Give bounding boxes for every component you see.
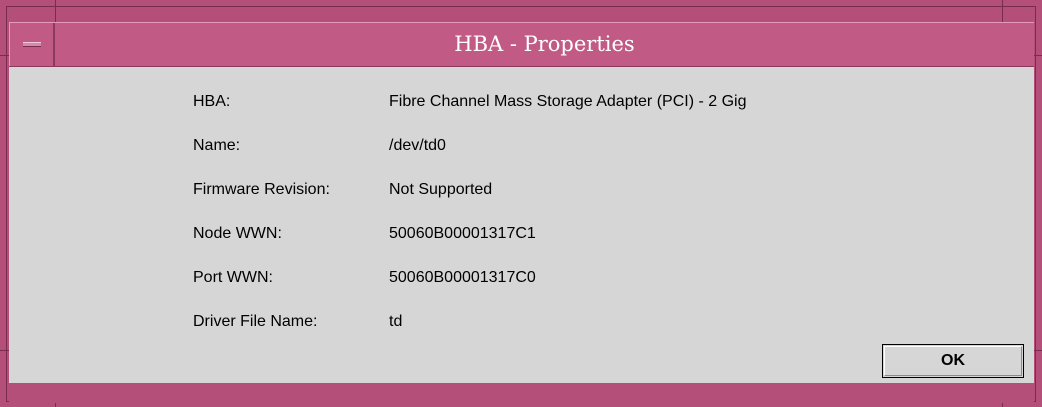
dialog-content: HBA: Fibre Channel Mass Storage Adapter … <box>9 67 1034 383</box>
property-label: Firmware Revision: <box>193 181 330 198</box>
property-value: 50060B00001317C1 <box>389 225 536 242</box>
property-value: Not Supported <box>389 181 493 198</box>
frame-notch <box>1002 0 1003 22</box>
title-bar[interactable]: HBA - Properties <box>9 22 1034 67</box>
ok-button[interactable]: OK <box>882 344 1024 378</box>
window-menu-button[interactable] <box>9 23 55 66</box>
frame-notch <box>1034 350 1042 351</box>
frame-notch <box>0 350 9 351</box>
property-label: Driver File Name: <box>193 313 318 330</box>
window-bottom-border[interactable] <box>9 383 1034 403</box>
window-title: HBA - Properties <box>454 32 635 56</box>
frame-notch <box>55 0 56 22</box>
property-value: 50060B00001317C0 <box>389 269 536 286</box>
frame-notch <box>1034 55 1042 56</box>
frame-notch <box>0 55 9 56</box>
property-label: Name: <box>193 137 241 154</box>
property-label: Port WWN: <box>193 269 273 286</box>
property-label: Node WWN: <box>193 225 282 242</box>
property-label: HBA: <box>193 93 231 110</box>
property-value: /dev/td0 <box>389 137 446 154</box>
window-menu-icon <box>23 42 41 47</box>
property-value: td <box>389 313 403 330</box>
property-value: Fibre Channel Mass Storage Adapter (PCI)… <box>389 93 747 110</box>
ok-button-label: OK <box>941 352 965 369</box>
properties-dialog: HBA - Properties HBA: Fibre Channel Mass… <box>0 0 1042 407</box>
